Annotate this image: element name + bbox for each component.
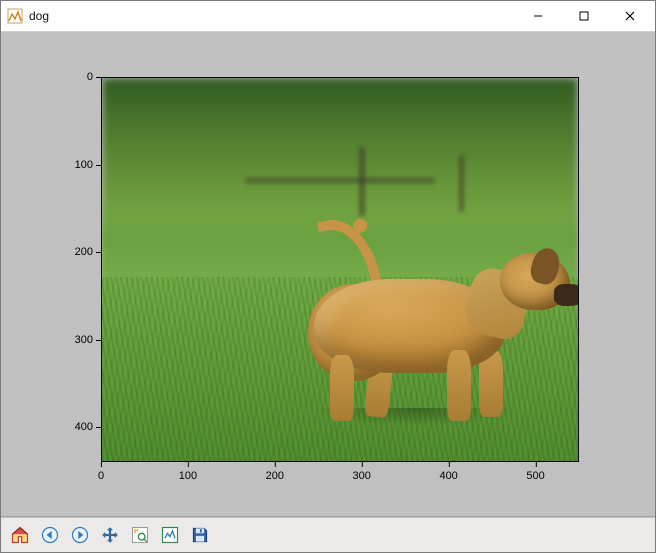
figure-canvas[interactable]: 0 100 200 300 400 0 100 200 300 400 500: [1, 32, 655, 517]
save-icon: [190, 525, 210, 545]
x-tick-label: 300: [353, 462, 371, 482]
y-tick-label: 400: [53, 421, 101, 433]
home-button[interactable]: [5, 520, 35, 550]
titlebar: dog: [1, 1, 655, 32]
maximize-button[interactable]: [561, 1, 607, 31]
zoom-button[interactable]: [125, 520, 155, 550]
save-button[interactable]: [185, 520, 215, 550]
x-tick-label: 200: [266, 462, 284, 482]
home-icon: [10, 525, 30, 545]
close-button[interactable]: [607, 1, 653, 31]
app-icon: [7, 8, 23, 24]
subplots-icon: [160, 525, 180, 545]
forward-icon: [70, 525, 90, 545]
axes: 01002003004000100200300400500: [101, 77, 579, 462]
x-tick-label: 0: [98, 462, 104, 482]
forward-button[interactable]: [65, 520, 95, 550]
y-tick-label: 300: [53, 334, 101, 346]
plot-area: 0 100 200 300 400 0 100 200 300 400 500: [21, 37, 635, 506]
back-button[interactable]: [35, 520, 65, 550]
x-tick-label: 400: [439, 462, 457, 482]
nav-toolbar: [1, 517, 655, 552]
y-tick-label: 200: [53, 246, 101, 258]
pan-button[interactable]: [95, 520, 125, 550]
x-tick-label: 500: [526, 462, 544, 482]
back-icon: [40, 525, 60, 545]
x-tick-label: 100: [179, 462, 197, 482]
pan-icon: [100, 525, 120, 545]
zoom-icon: [130, 525, 150, 545]
y-tick-label: 0: [53, 71, 101, 83]
y-tick-label: 100: [53, 159, 101, 171]
image-subject-dog: [292, 208, 559, 430]
minimize-button[interactable]: [515, 1, 561, 31]
window-title: dog: [29, 9, 49, 23]
app-window: dog: [0, 0, 656, 553]
configure-subplots-button[interactable]: [155, 520, 185, 550]
displayed-image: [101, 77, 579, 462]
